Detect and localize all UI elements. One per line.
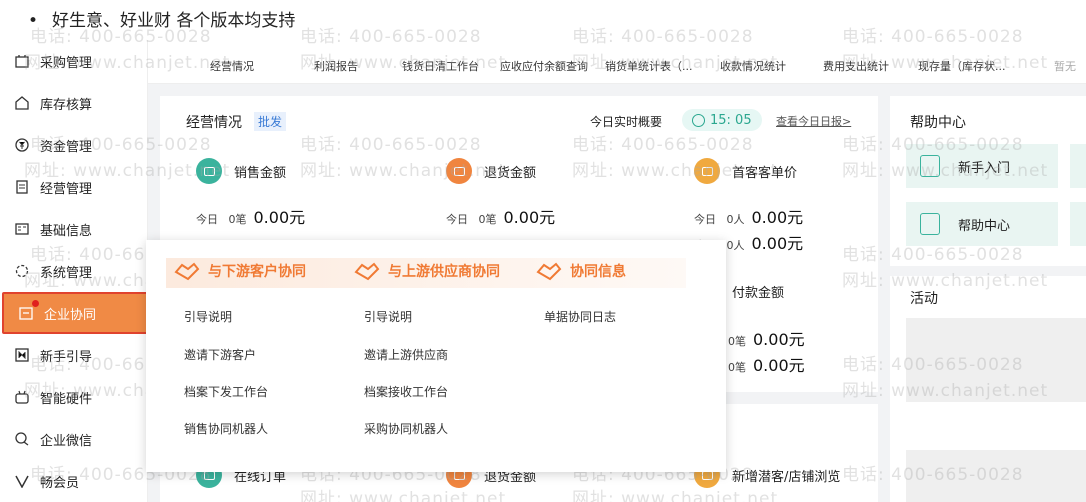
metric-sales: 销售金额 [196, 158, 286, 184]
collaboration-icon [18, 305, 34, 321]
tab-daily-clear[interactable]: 钱货日清工作台 [402, 58, 479, 74]
handshake-icon [536, 260, 562, 282]
archive-dispatch-link[interactable]: 档案下发工作台 [184, 383, 268, 400]
tab-profit[interactable]: 利润报告 [314, 58, 358, 74]
tab-none[interactable]: 暂无 [1054, 58, 1076, 74]
id-card-icon [14, 221, 30, 237]
returns-icon [446, 158, 472, 184]
prospects-label: 新增潜客/店铺浏览 [732, 469, 841, 485]
payment-label: 付款金额 [732, 286, 785, 301]
sidebar-item-hardware[interactable]: 智能硬件 [0, 376, 148, 418]
help-btn-extra-2[interactable] [1070, 202, 1086, 246]
new-icon [14, 347, 30, 363]
yen-icon [14, 137, 30, 153]
sidebar-item-wecom[interactable]: 企业微信 [0, 418, 148, 460]
wecom-icon [14, 431, 30, 447]
clock-icon [692, 113, 705, 127]
activity-title: 活动 [910, 291, 938, 307]
help-title: 帮助中心 [910, 115, 966, 131]
help-panel: 帮助中心 新手入门 帮助中心 [890, 96, 1086, 266]
archive-receive-link[interactable]: 档案接收工作台 [364, 383, 448, 400]
watermark: 电话: 400-665-0028 [842, 27, 1024, 47]
tab-expense-stats[interactable]: 费用支出统计 [823, 58, 889, 74]
payment-row-2: 0笔 0.00元 [728, 356, 805, 375]
activity-banner-2[interactable] [906, 450, 1086, 502]
unit-price-icon [694, 158, 720, 184]
metric-unit-price: 首客客单价 [694, 158, 797, 184]
upstream-guide-link[interactable]: 引导说明 [364, 308, 412, 325]
time-pill: 15: 05 [682, 109, 762, 131]
purchase-robot-link[interactable]: 采购协同机器人 [364, 420, 448, 437]
sidebar-item-basic-info[interactable]: 基础信息 [0, 208, 148, 250]
watermark: 电话: 400-665-0028 [572, 27, 754, 47]
checklist-icon [920, 155, 940, 177]
robot-icon [14, 389, 30, 405]
unit-today-row: 今日 0人 0.00元 [694, 208, 804, 227]
handshake-icon [354, 260, 380, 282]
help-btn-extra[interactable] [1070, 144, 1086, 188]
tab-sales-stats[interactable]: 销货单统计表（... [605, 58, 693, 74]
clipboard-icon [14, 179, 30, 195]
sidebar-item-inventory[interactable]: 库存核算 [0, 82, 148, 124]
daily-report-link[interactable]: 查看今日日报> [776, 113, 851, 129]
tab-balance[interactable]: 应收应付余额查询 [500, 58, 588, 74]
metric-returns: 退货金额 [446, 158, 536, 184]
downstream-guide-link[interactable]: 引导说明 [184, 308, 232, 325]
vip-icon [14, 473, 30, 489]
sidebar-item-purchase[interactable]: 采购管理 [0, 40, 148, 82]
invite-upstream-link[interactable]: 邀请上游供应商 [364, 346, 448, 363]
activity-panel: 活动 [890, 276, 1086, 502]
warehouse-icon [14, 95, 30, 111]
sales-today-row: 今日 0笔 0.00元 [196, 208, 306, 227]
sales-icon [196, 158, 222, 184]
tab-receipt-stats[interactable]: 收款情况统计 [720, 58, 786, 74]
sidebar-item-guide[interactable]: 新手引导 [0, 334, 148, 376]
metric-sales-label: 销售金额 [234, 165, 287, 181]
tab-inventory[interactable]: 现存量（库存状... [918, 58, 1006, 74]
sidebar-item-operations[interactable]: 经营管理 [0, 166, 148, 208]
overview-title: 经营情况 [186, 115, 242, 131]
collab-info-header: 协同信息 [536, 260, 626, 282]
report-tabs: 经营情况 利润报告 钱货日清工作台 应收应付余额查询 销货单统计表（... 收款… [148, 48, 1086, 84]
returns-today-row: 今日 0笔 0.00元 [446, 208, 556, 227]
downstream-header: 与下游客户协同 [174, 260, 306, 282]
purchase-icon [14, 53, 30, 69]
payment-row-1: 0笔 0.00元 [728, 330, 805, 349]
metric-payment: 付款金额 [732, 282, 784, 301]
watermark: 电话: 400-665-0028 [300, 27, 482, 47]
sidebar-item-collaboration[interactable]: 企业协同 [2, 292, 154, 334]
newbie-button[interactable]: 新手入门 [906, 144, 1058, 188]
sidebar: 采购管理 库存核算 资金管理 经营管理 基础信息 系统管理 企业协同 新手引导 … [0, 40, 154, 502]
time-value: 15: 05 [710, 112, 752, 128]
metric-unit-price-label: 首客客单价 [732, 165, 798, 181]
notification-dot [32, 300, 39, 307]
document-icon [920, 213, 940, 235]
doc-sync-log-link[interactable]: 单据协同日志 [544, 308, 616, 325]
tab-business[interactable]: 经营情况 [210, 58, 254, 74]
activity-banner[interactable] [906, 318, 1086, 402]
caption-text: 好生意、好业财 各个版本均支持 [52, 11, 296, 31]
upstream-header: 与上游供应商协同 [354, 260, 500, 282]
realtime-label: 今日实时概要 [590, 115, 663, 129]
collaboration-flyout: 与下游客户协同 与上游供应商协同 协同信息 引导说明 邀请下游客户 档案下发工作… [146, 240, 726, 472]
settings-icon [14, 263, 30, 279]
sidebar-item-member[interactable]: 畅会员 [0, 460, 148, 502]
sales-robot-link[interactable]: 销售协同机器人 [184, 420, 268, 437]
mode-tag[interactable]: 批发 [254, 112, 287, 131]
handshake-icon [174, 260, 200, 282]
metric-returns-label: 退货金额 [484, 165, 537, 181]
caption: • 好生意、好业财 各个版本均支持 [28, 11, 296, 31]
invite-downstream-link[interactable]: 邀请下游客户 [184, 346, 256, 363]
help-center-button[interactable]: 帮助中心 [906, 202, 1058, 246]
sidebar-item-system[interactable]: 系统管理 [0, 250, 148, 292]
sidebar-item-funds[interactable]: 资金管理 [0, 124, 148, 166]
